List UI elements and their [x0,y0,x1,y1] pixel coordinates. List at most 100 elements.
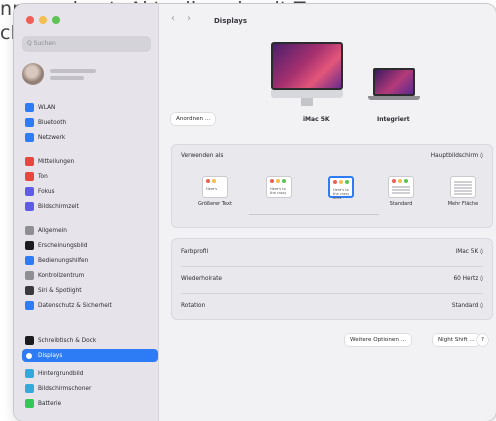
settings-row-label: Farbprofil [181,249,209,255]
resolution-option-2[interactable]: Here's to the crazy [259,176,299,198]
sidebar-item-label: Kontrollzentrum [38,272,85,279]
sidebar-item-wlan[interactable]: WLAN [22,101,158,114]
resolution-preview: Here's [202,176,228,198]
moon-icon [25,187,34,196]
resolution-preview: Here's to the crazy [266,176,292,198]
sidebar-item-netzwerk[interactable]: Netzwerk [22,131,158,144]
preview-text: Here's to the crazy [270,187,287,195]
appearance-icon [25,241,34,250]
sidebar-item-schreibtisch-dock[interactable]: Schreibtisch & Dock [22,334,158,347]
sidebar-item-bluetooth[interactable]: Bluetooth [22,116,158,129]
imac-stand [301,98,313,106]
sidebar-item-mitteilungen[interactable]: Mitteilungen [22,155,158,168]
laptop-base [368,96,420,100]
sidebar-item-siri-spotlight[interactable]: Siri & Spotlight [22,284,158,297]
sidebar-item-label: Bluetooth [38,119,67,126]
speaker-icon [25,172,34,181]
sidebar-item-label: Allgemein [38,227,67,234]
arrange-button[interactable]: Anordnen ... [171,113,216,125]
zoom-window-button[interactable] [52,16,60,24]
display-name-integrated[interactable]: Integriert [377,116,410,123]
sidebar-item-fokus[interactable]: Fokus [22,185,158,198]
divider [181,293,483,294]
forward-button[interactable]: › [187,13,191,24]
refresh-rate-select[interactable]: 60 Hertz ◊ [453,276,483,282]
search-input[interactable]: Q Suchen [22,36,151,52]
hand-icon [25,301,34,310]
resolution-option-label: Standard [389,201,413,207]
hourglass-icon [25,202,34,211]
resolution-option-standard[interactable]: Standard [381,176,421,207]
control-center-icon [25,271,34,280]
resolution-option-more-space[interactable]: Mehr Fläche [443,176,483,207]
screensaver-icon [25,384,34,393]
dock-icon [25,336,34,345]
color-profile-select[interactable]: iMac 5K ◊ [456,249,483,255]
bluetooth-icon [25,118,34,127]
close-window-button[interactable] [26,16,34,24]
sidebar: Q Suchen WLAN Bluetooth Netzwerk Mitteil… [14,4,159,421]
sidebar-item-label: Batterie [38,400,62,407]
bell-icon [25,157,34,166]
more-options-button[interactable]: Weitere Optionen ... [345,334,411,346]
resolution-slider-track [249,214,379,215]
sidebar-item-label: Erscheinungsbild [38,242,88,249]
laptop-display-image[interactable] [373,68,415,96]
sidebar-item-label: Datenschutz & Sicherheit [38,302,112,309]
sidebar-item-label: WLAN [38,104,56,111]
avatar [22,63,44,85]
preview-text: Here's to the crazy ones [333,188,350,200]
page-title: Displays [214,17,248,25]
sidebar-item-datenschutz[interactable]: Datenschutz & Sicherheit [22,299,158,312]
resolution-option-larger-text[interactable]: Here's Größerer Text [195,176,235,207]
sidebar-item-label: Bildschirmschoner [38,385,92,392]
night-shift-button[interactable]: Night Shift ... [433,334,480,346]
use-as-row: Verwenden als Hauptbildschirm ◊ [172,145,492,167]
resolution-option-label: Mehr Fläche [447,201,479,207]
sidebar-item-kontrollzentrum[interactable]: Kontrollzentrum [22,269,158,282]
traffic-lights [26,16,60,24]
profile-item[interactable] [22,60,151,88]
sidebar-item-bildschirmzeit[interactable]: Bildschirmzeit [22,200,158,213]
display-name-imac[interactable]: iMac 5K [303,116,330,123]
help-button[interactable]: ? [477,334,488,346]
sidebar-item-label: Hintergrundbild [38,370,84,377]
back-button[interactable]: ‹ [171,13,175,24]
gear-icon [25,226,34,235]
sidebar-item-ton[interactable]: Ton [22,170,158,183]
wallpaper-icon [25,369,34,378]
sidebar-item-hintergrundbild[interactable]: Hintergrundbild [22,367,158,380]
wifi-icon [25,103,34,112]
resolution-option-3-selected[interactable]: Here's to the crazy ones [321,176,361,200]
sidebar-item-bedienungshilfen[interactable]: Bedienungshilfen [22,254,158,267]
sidebar-item-displays[interactable]: Displays [22,349,158,362]
sidebar-item-allgemein[interactable]: Allgemein [22,224,158,237]
resolution-option-label: Größerer Text [198,201,232,207]
accessibility-icon [25,256,34,265]
use-as-select[interactable]: Hauptbildschirm ◊ [431,153,483,159]
use-as-label: Verwenden als [181,153,224,159]
imac-display-image[interactable] [271,42,343,90]
sidebar-item-label: Netzwerk [38,134,66,141]
sidebar-item-label: Displays [38,352,63,359]
resolution-preview [388,176,414,198]
settings-row-color-profile: Farbprofil iMac 5K ◊ [172,241,492,263]
sidebar-item-batterie[interactable]: Batterie [22,397,158,410]
rotation-select[interactable]: Standard ◊ [452,303,483,309]
main-pane: ‹ › Displays Anordnen ... iMac 5K Integr… [159,4,496,421]
settings-card: Farbprofil iMac 5K ◊ Wiederholrate 60 He… [171,238,493,320]
minimize-window-button[interactable] [39,16,47,24]
settings-window: Q Suchen WLAN Bluetooth Netzwerk Mitteil… [14,4,496,421]
globe-icon [25,133,34,142]
sidebar-item-label: Bedienungshilfen [38,257,89,264]
settings-row-refresh-rate: Wiederholrate 60 Hertz ◊ [172,268,492,290]
sidebar-item-label: Schreibtisch & Dock [38,337,97,344]
siri-icon [25,286,34,295]
sidebar-item-erscheinungsbild[interactable]: Erscheinungsbild [22,239,158,252]
sidebar-item-bildschirmschoner[interactable]: Bildschirmschoner [22,382,158,395]
preview-text: Here's [206,187,218,191]
sidebar-item-label: Mitteilungen [38,158,75,165]
resolution-preview [450,176,476,198]
settings-row-label: Wiederholrate [181,276,222,282]
sidebar-item-label: Bildschirmzeit [38,203,79,210]
